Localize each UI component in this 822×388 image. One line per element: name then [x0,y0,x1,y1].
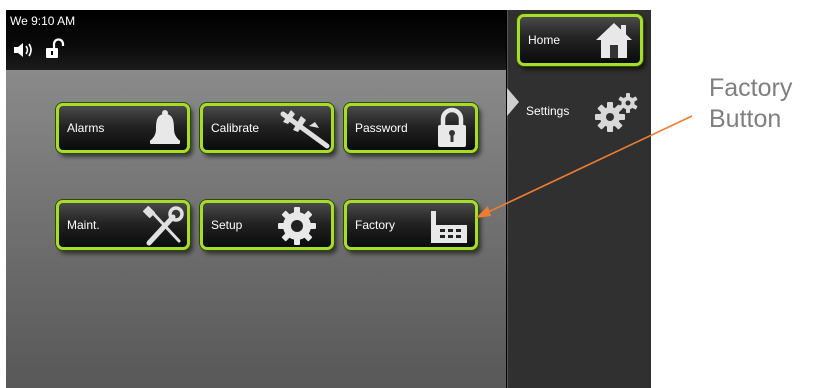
annotation-arrow [476,115,693,218]
